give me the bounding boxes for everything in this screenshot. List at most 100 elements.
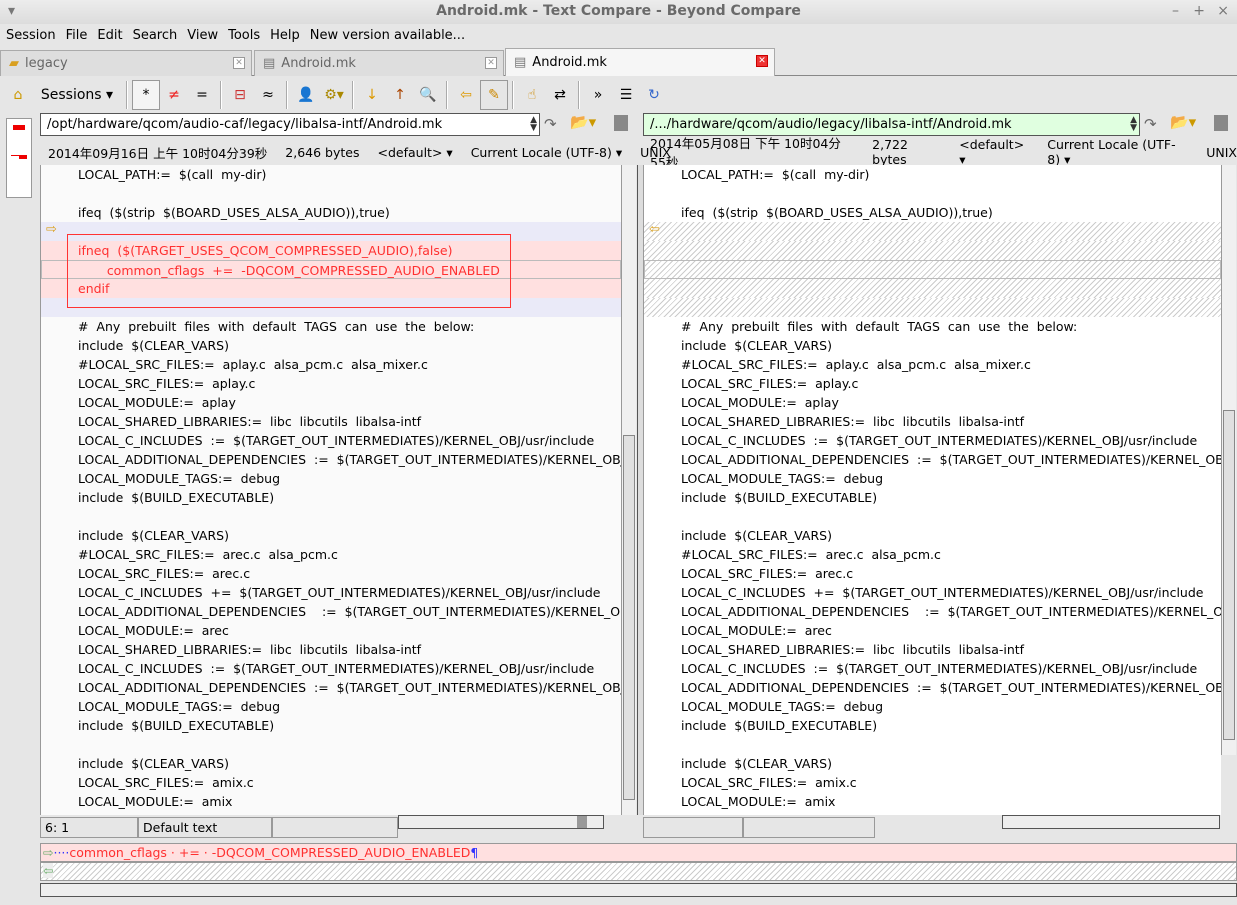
left-path-input[interactable]: /opt/hardware/qcom/audio-caf/legacy/liba… (40, 113, 540, 136)
close-tab-icon[interactable]: ✕ (233, 57, 245, 69)
left-save-icon[interactable] (614, 115, 628, 131)
close-tab-icon[interactable]: ✕ (756, 55, 768, 67)
text-line: # Any prebuilt files with default TAGS c… (78, 319, 475, 334)
encoding-dropdown[interactable]: Current Locale (UTF-8) ▾ (1047, 137, 1188, 167)
left-text-pane[interactable]: LOCAL_PATH:= $(call my-dir) ifeq ($(strip… (40, 165, 621, 815)
text-line: include $(CLEAR_VARS) (681, 756, 832, 771)
menu-item[interactable]: Edit (97, 28, 122, 43)
show-diffs-button[interactable]: ≠ (160, 80, 188, 110)
right-save-icon[interactable] (1214, 115, 1228, 131)
context-button[interactable]: ⊟ (226, 80, 254, 110)
menu-item[interactable]: Help (270, 28, 300, 43)
text-line: #LOCAL_SRC_FILES:= arec.c alsa_pcm.c (681, 547, 941, 562)
left-arrow-icon: ⇨ (43, 845, 54, 860)
text-line: LOCAL_C_INCLUDES += $(TARGET_OUT_INTERME… (681, 585, 1204, 600)
left-vertical-scrollbar[interactable] (621, 165, 636, 815)
text-line: include $(BUILD_EXECUTABLE) (78, 718, 275, 733)
format-button[interactable]: ⚙▾ (320, 80, 348, 110)
menu-item[interactable]: Tools (228, 28, 260, 43)
detail-left-line: ⇨····common_cflags · += · -DQCOM_COMPRES… (40, 843, 1237, 862)
text-line: LOCAL_MODULE_TAGS:= debug (681, 699, 884, 714)
menu-item[interactable]: Session (6, 28, 56, 43)
prev-diff-button[interactable]: ↑ (386, 80, 414, 110)
close-button[interactable]: × (1217, 0, 1229, 22)
text-line (644, 735, 1221, 754)
text-line: LOCAL_MODULE:= amix (78, 794, 233, 809)
left-horizontal-scrollbar[interactable] (398, 815, 604, 829)
format-dropdown[interactable]: <default> ▾ (959, 137, 1029, 167)
left-open-folder-icon[interactable]: 📂▾ (570, 113, 596, 131)
right-vertical-scrollbar[interactable] (1221, 165, 1236, 755)
text-line: LOCAL_C_INCLUDES := $(TARGET_OUT_INTERME… (681, 661, 1198, 676)
status-field (272, 817, 398, 838)
text-line: LOCAL_C_INCLUDES := $(TARGET_OUT_INTERME… (78, 661, 595, 676)
show-all-button[interactable]: * (132, 80, 160, 110)
title-bar: ▾ Android.mk - Text Compare - Beyond Com… (0, 0, 1237, 24)
right-horizontal-scrollbar[interactable] (1002, 815, 1220, 829)
swap-button[interactable]: ⇄ (546, 80, 574, 110)
text-line: LOCAL_C_INCLUDES += $(TARGET_OUT_INTERME… (78, 585, 601, 600)
path-history-spinner[interactable]: ▲ ▼ (530, 116, 537, 133)
text-line: include $(BUILD_EXECUTABLE) (78, 490, 275, 505)
text-line: # Any prebuilt files with default TAGS c… (681, 319, 1078, 334)
tab-0[interactable]: ▰ legacy ✕ (0, 50, 252, 76)
text-line (644, 241, 1221, 260)
diff-arrow-icon[interactable]: ⇦ (649, 222, 660, 237)
text-line: LOCAL_MODULE:= aplay (681, 395, 839, 410)
right-file-info: 2014年05月08日 下午 10时04分55秒 2,722 bytes <def… (650, 136, 1237, 170)
line-numbers-button[interactable]: ☰ (612, 80, 640, 110)
diff-arrow-icon[interactable]: ⇨ (46, 222, 57, 237)
text-line: LOCAL_ADDITIONAL_DEPENDENCIES := $(TARGE… (681, 452, 1221, 467)
sessions-button[interactable]: Sessions ▾ (32, 80, 122, 110)
ignore-icon[interactable]: ☝ (518, 80, 546, 110)
text-line: ifeq ($(strip $(BOARD_USES_ALSA_AUDIO)),… (681, 205, 993, 220)
close-tab-icon[interactable]: ✕ (485, 57, 497, 69)
menu-item[interactable]: View (187, 28, 218, 43)
edit-button[interactable]: ✎ (480, 80, 508, 110)
encoding-dropdown[interactable]: Current Locale (UTF-8) ▾ (471, 145, 622, 160)
text-line: LOCAL_PATH:= $(call my-dir) (78, 167, 267, 182)
text-line: include $(BUILD_EXECUTABLE) (681, 718, 878, 733)
text-line: LOCAL_SRC_FILES:= amix.c (78, 775, 254, 790)
tab-bar: ▰ legacy ✕ ▤ Android.mk ✕ ▤ Android.mk ✕ (0, 48, 1237, 76)
thumbnail-map[interactable] (6, 118, 32, 198)
tab-1[interactable]: ▤ Android.mk ✕ (254, 50, 504, 76)
menu-item[interactable]: File (66, 28, 88, 43)
right-next-icon[interactable]: ↷ (1144, 115, 1157, 133)
text-line: LOCAL_PATH:= $(call my-dir) (681, 167, 870, 182)
text-line: LOCAL_SRC_FILES:= aplay.c (78, 376, 256, 391)
text-line: LOCAL_MODULE:= aplay (78, 395, 236, 410)
text-line (644, 184, 1221, 203)
window-menu-icon[interactable]: ▾ (8, 0, 15, 22)
detail-horizontal-scrollbar[interactable] (40, 883, 1237, 897)
refresh-button[interactable]: ↻ (640, 80, 668, 110)
text-line: #LOCAL_SRC_FILES:= aplay.c alsa_pcm.c al… (681, 357, 1031, 372)
show-same-button[interactable]: = (188, 80, 216, 110)
text-line: LOCAL_SHARED_LIBRARIES:= libc libcutils … (78, 414, 422, 429)
find-icon[interactable]: 🔍 (414, 80, 442, 110)
text-line: LOCAL_SRC_FILES:= arec.c (681, 566, 854, 581)
right-open-folder-icon[interactable]: 📂▾ (1170, 113, 1196, 131)
text-line: LOCAL_MODULE_TAGS:= debug (681, 471, 884, 486)
tab-2[interactable]: ▤ Android.mk ✕ (505, 48, 775, 76)
text-line (644, 507, 1221, 526)
format-dropdown[interactable]: <default> ▾ (378, 145, 453, 160)
maximize-button[interactable]: + (1193, 0, 1205, 22)
home-button[interactable]: ⌂ (4, 80, 32, 110)
next-diff-button[interactable]: ↓ (358, 80, 386, 110)
menu-item[interactable]: New version available... (310, 28, 465, 43)
copy-to-left-button[interactable]: ⇦ (452, 80, 480, 110)
path-history-spinner[interactable]: ▲ ▼ (1130, 116, 1137, 133)
left-file-info: 2014年09月16日 上午 10时04分39秒 2,646 bytes <def… (48, 144, 671, 161)
minimize-button[interactable]: – (1172, 0, 1179, 22)
menu-item[interactable]: Search (133, 28, 178, 43)
right-text-pane[interactable]: LOCAL_PATH:= $(call my-dir) ifeq ($(strip… (643, 165, 1221, 815)
rules-icon[interactable]: 👤 (292, 80, 320, 110)
expand-button[interactable]: » (584, 80, 612, 110)
left-next-icon[interactable]: ↷ (544, 115, 557, 133)
text-line: LOCAL_MODULE:= arec (78, 623, 229, 638)
minor-button[interactable]: ≈ (254, 80, 282, 110)
text-line (41, 184, 621, 203)
text-line: LOCAL_ADDITIONAL_DEPENDENCIES := $(TARGE… (681, 604, 1221, 619)
text-line: LOCAL_MODULE_TAGS:= debug (78, 699, 281, 714)
